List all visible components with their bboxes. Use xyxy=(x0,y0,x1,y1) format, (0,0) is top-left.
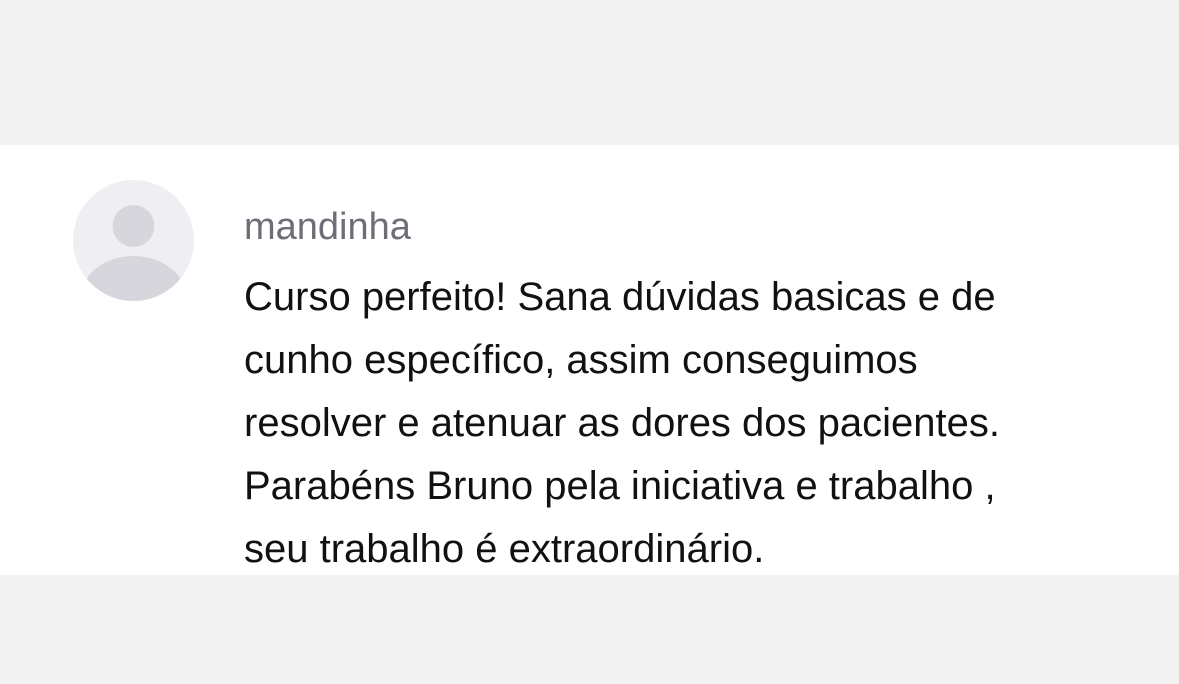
comment-body: mandinha Curso perfeito! Sana dúvidas ba… xyxy=(244,203,1144,581)
comment-text-line: Curso perfeito! Sana dúvidas basicas e d… xyxy=(244,275,996,319)
comment-text: Curso perfeito! Sana dúvidas basicas e d… xyxy=(244,266,1144,581)
comment-text-line: Parabéns Bruno pela iniciativa e trabalh… xyxy=(244,464,996,508)
user-placeholder-icon xyxy=(81,205,186,301)
comment-author[interactable]: mandinha xyxy=(244,203,1144,251)
avatar[interactable] xyxy=(73,180,194,301)
comment-text-line: seu trabalho é extraordinário. xyxy=(244,527,765,571)
comment-text-line: resolver e atenuar as dores dos paciente… xyxy=(244,401,1000,445)
comment-text-line: cunho específico, assim conseguimos xyxy=(244,338,918,382)
comment-card: mandinha Curso perfeito! Sana dúvidas ba… xyxy=(0,145,1179,575)
